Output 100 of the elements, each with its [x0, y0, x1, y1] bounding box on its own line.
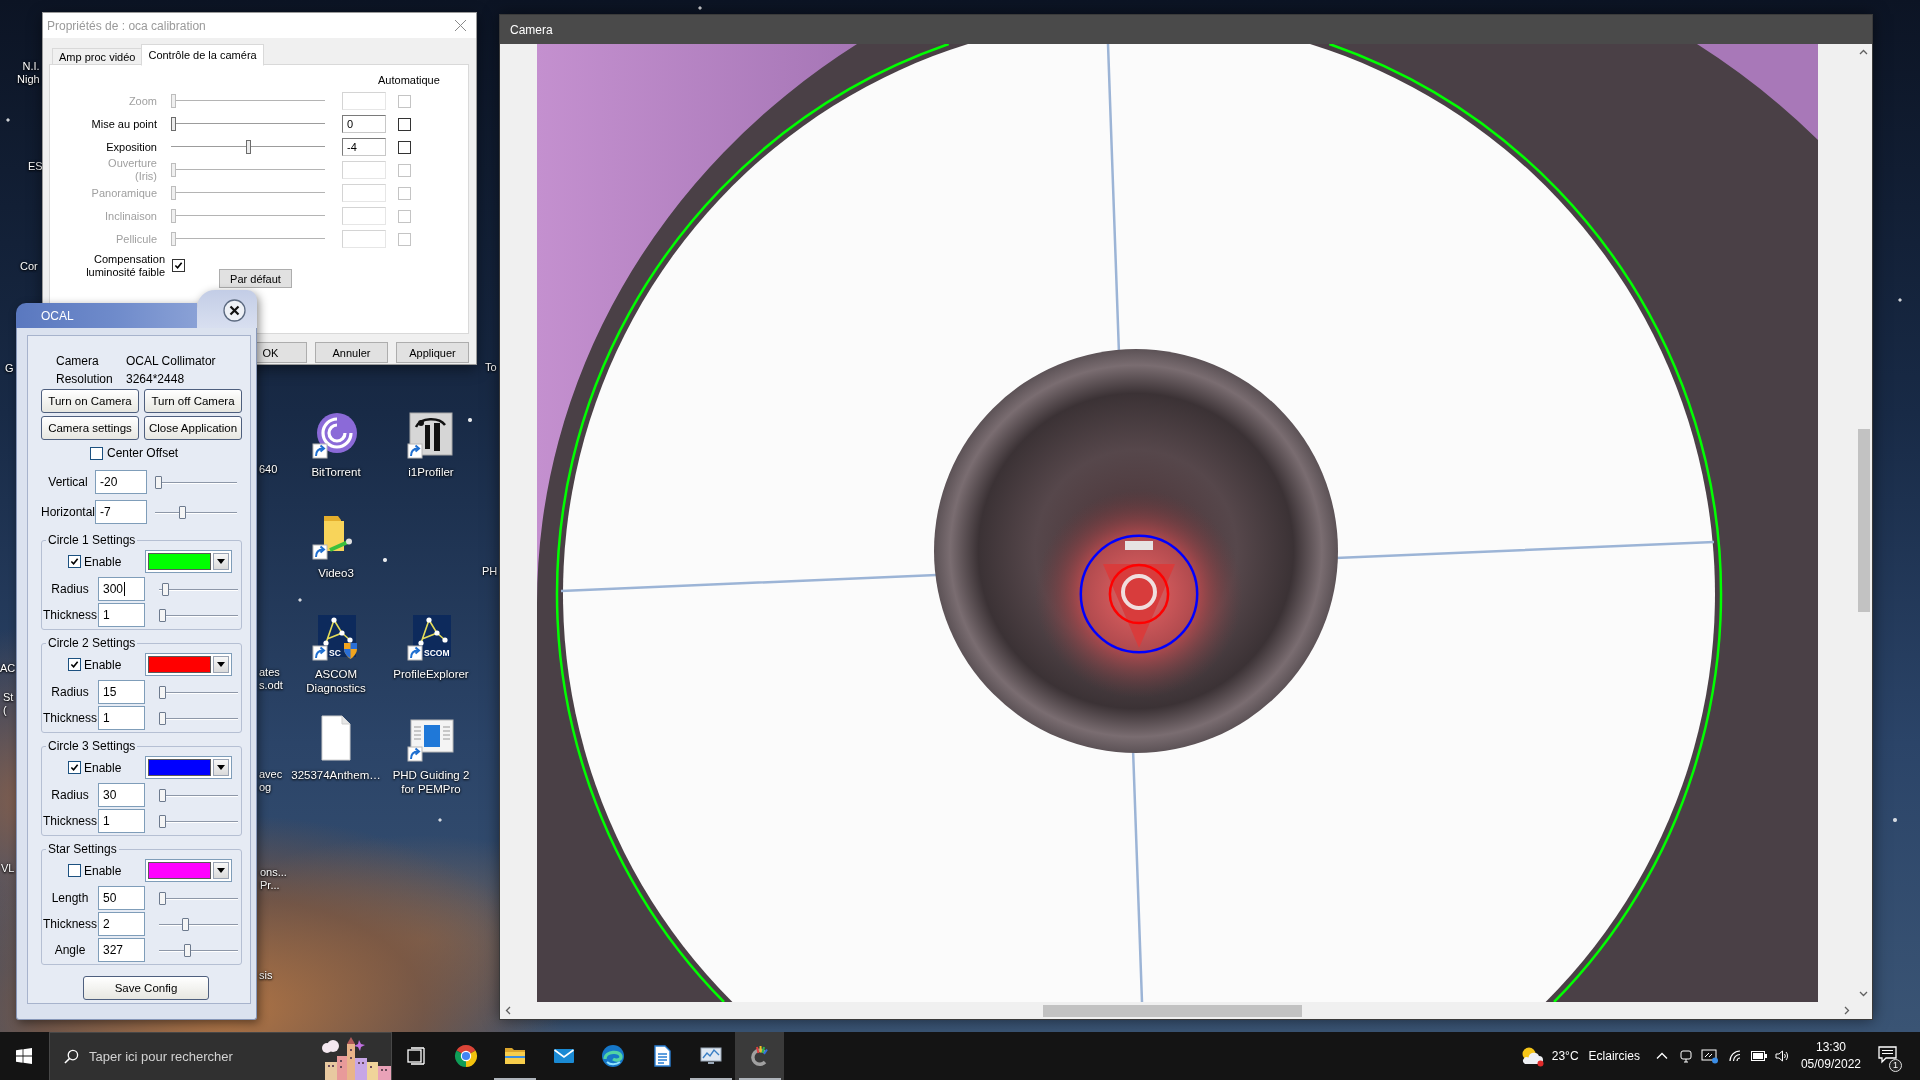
icon-label[interactable]: PHD Guiding 2 for PEMPro — [385, 768, 477, 796]
icon-label[interactable]: G — [5, 362, 14, 375]
constellation-icon[interactable] — [413, 615, 451, 657]
clock-date[interactable]: 05/09/2022 — [1800, 1056, 1861, 1073]
slider-thumb[interactable] — [159, 685, 166, 699]
checkbox[interactable] — [68, 658, 81, 671]
dropdown-button[interactable] — [213, 656, 229, 673]
input-field[interactable]: 15 — [98, 680, 145, 704]
input-field[interactable]: -20 — [95, 470, 147, 494]
icon-label[interactable]: Video3 — [318, 566, 354, 580]
search-field[interactable]: Taper ici pour rechercher — [89, 1049, 307, 1064]
checkbox[interactable] — [398, 117, 411, 131]
checkbox[interactable] — [68, 864, 81, 877]
icon-label[interactable]: To — [485, 361, 497, 374]
webcam-icon[interactable] — [1679, 1049, 1692, 1063]
cancel-button[interactable]: Annuler — [315, 342, 388, 363]
slider-thumb[interactable] — [161, 582, 169, 596]
icon-label[interactable]: 325374Anthem… — [291, 768, 381, 782]
notification-icon[interactable] — [1878, 1045, 1897, 1064]
slider-thumb[interactable] — [245, 140, 251, 154]
icon-label[interactable]: N.I. Nigh — [17, 60, 40, 86]
display-icon[interactable] — [1700, 1048, 1719, 1064]
volume-icon[interactable] — [1774, 1049, 1789, 1063]
checkbox[interactable] — [398, 140, 411, 154]
icon-label[interactable]: Cor — [20, 260, 38, 273]
icon-label[interactable]: sis — [259, 969, 273, 982]
icon-label[interactable]: ES — [28, 160, 43, 173]
clock-time[interactable]: 13:30 — [1815, 1039, 1846, 1056]
scrollbar-thumb[interactable] — [1043, 1004, 1302, 1017]
value-field[interactable] — [342, 184, 386, 202]
tab[interactable]: Contrôle de la caméra — [141, 44, 264, 66]
color-dropdown[interactable] — [145, 653, 232, 676]
icon-label[interactable]: ProfileExplorer — [393, 667, 469, 681]
input-field[interactable]: 2 — [98, 912, 145, 936]
checkbox[interactable] — [90, 446, 103, 460]
input-field[interactable]: 300 — [98, 577, 145, 601]
slider-thumb[interactable] — [155, 475, 162, 489]
checkbox[interactable] — [172, 259, 185, 272]
slider-thumb[interactable] — [159, 608, 166, 622]
slider-thumb[interactable] — [184, 943, 192, 957]
dropdown-button[interactable] — [213, 862, 229, 879]
slider-thumb[interactable] — [159, 891, 166, 905]
checkbox[interactable] — [68, 555, 81, 568]
default-button[interactable]: Par défaut — [219, 269, 292, 288]
swirl-icon[interactable] — [600, 1044, 625, 1068]
icon-label[interactable]: BitTorrent — [311, 465, 361, 479]
value-field[interactable] — [342, 92, 386, 110]
icon-label[interactable]: i1Profiler — [408, 465, 454, 479]
save-config-button[interactable]: Save Config — [83, 976, 209, 1000]
swirl-icon[interactable] — [312, 411, 360, 459]
checkbox[interactable] — [68, 761, 81, 774]
slider-thumb[interactable] — [159, 711, 166, 725]
turn-on-camera-button[interactable]: Turn on Camera — [41, 389, 139, 413]
scrollbar-thumb[interactable] — [1857, 429, 1870, 612]
browser-icon[interactable] — [453, 1044, 478, 1068]
checkbox-label: Compensation luminosité faible — [85, 253, 165, 279]
icon-label[interactable]: VL — [1, 862, 15, 875]
icon-label[interactable]: PH — [482, 565, 498, 578]
value-field[interactable] — [342, 230, 386, 248]
slider-thumb[interactable] — [182, 917, 190, 931]
color-dropdown[interactable] — [145, 756, 232, 779]
input-field[interactable]: 1 — [98, 603, 145, 627]
value-field[interactable] — [342, 161, 386, 179]
input-field[interactable]: -7 — [95, 500, 147, 524]
input-field[interactable]: 1 — [98, 809, 145, 833]
color-dropdown[interactable] — [145, 859, 232, 882]
icon-label[interactable]: avec og — [259, 768, 283, 794]
value-field[interactable]: 0 — [342, 115, 386, 133]
input-field[interactable]: 30 — [98, 783, 145, 807]
icon-label[interactable]: ates s.odt — [259, 666, 283, 692]
start-icon[interactable] — [16, 1048, 32, 1064]
value-field[interactable]: -4 — [342, 138, 386, 156]
task-view-icon[interactable] — [406, 1047, 427, 1065]
apply-button[interactable]: Appliquer — [396, 342, 469, 363]
icon-label[interactable]: 640 — [259, 463, 278, 476]
value-field[interactable] — [342, 207, 386, 225]
close-application-button[interactable]: Close Application — [144, 416, 242, 440]
check-icon — [70, 557, 79, 566]
dropdown-button[interactable] — [213, 553, 229, 570]
input-field[interactable]: 1 — [98, 706, 145, 730]
close-icon[interactable] — [223, 299, 246, 322]
icon-label[interactable]: ons... Pr... — [260, 866, 287, 892]
slider-thumb[interactable] — [159, 814, 166, 828]
slider-thumb[interactable] — [159, 788, 166, 802]
icon-label[interactable]: ASCOM Diagnostics — [290, 667, 382, 695]
icon-label[interactable]: AC — [0, 662, 16, 675]
dropdown-button[interactable] — [213, 759, 229, 776]
wifi-icon[interactable] — [1728, 1050, 1741, 1062]
turn-off-camera-button[interactable]: Turn off Camera — [144, 389, 242, 413]
input-field[interactable]: 327 — [98, 938, 145, 962]
input-field[interactable]: 50 — [98, 886, 145, 910]
slider-thumb[interactable] — [171, 117, 176, 131]
logo-icon[interactable] — [407, 411, 455, 459]
camera-settings-button[interactable]: Camera settings — [41, 416, 139, 440]
tab[interactable]: Amp proc vidéo — [52, 48, 143, 65]
battery-icon[interactable] — [1750, 1051, 1767, 1061]
color-dropdown[interactable] — [145, 550, 232, 573]
slider-label: Panoramique — [91, 186, 157, 200]
slider-thumb[interactable] — [179, 505, 186, 519]
icon-label[interactable]: St ( — [3, 691, 14, 717]
